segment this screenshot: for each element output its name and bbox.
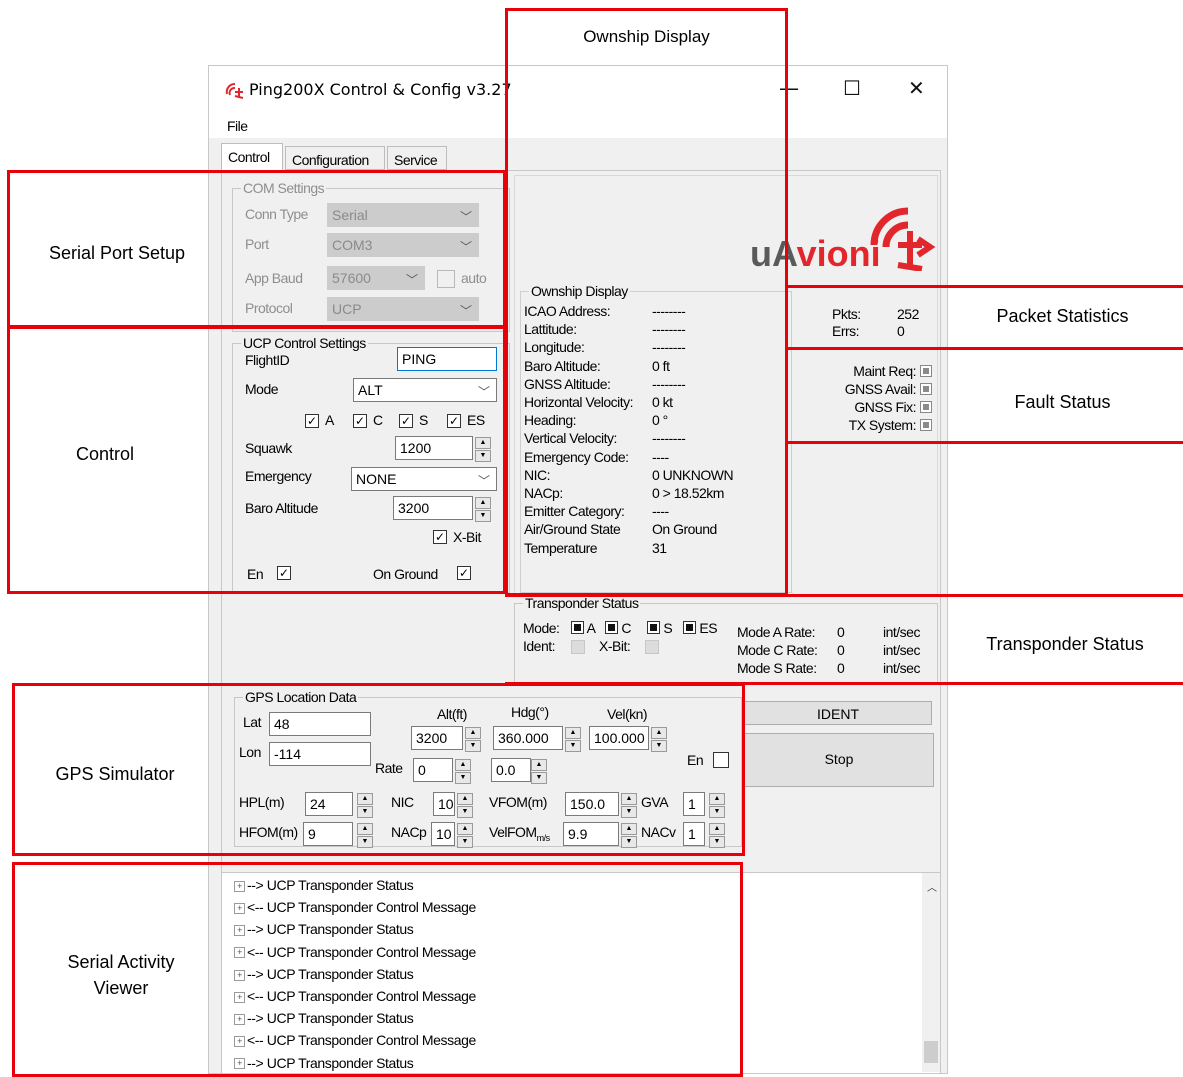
mode-a-indicator xyxy=(571,621,584,634)
fault-gnss-fix-label: GNSS Fix: xyxy=(854,399,916,415)
pkts-value: 252 xyxy=(897,306,919,322)
mode-s-rate-unit: int/sec xyxy=(883,660,920,676)
tab-service[interactable]: Service xyxy=(387,146,447,170)
xpdr-mode-c: C xyxy=(605,620,631,636)
xpdr-xbit-label: X-Bit: xyxy=(599,638,631,654)
transponder-status-annotation: Transponder Status xyxy=(986,634,1144,654)
mode-a-rate-value: 0 xyxy=(837,624,845,640)
fault-gnss-avail-indicator xyxy=(920,383,932,395)
packet-statistics-annotation: Packet Statistics xyxy=(996,306,1129,326)
fault-tx-indicator xyxy=(920,419,932,431)
fault-maint-label: Maint Req: xyxy=(853,363,916,379)
window-title: Ping200X Control & Config v3.27 xyxy=(249,80,512,99)
mode-s-rate-label: Mode S Rate: xyxy=(737,660,817,676)
fault-gnss-avail-label: GNSS Avail: xyxy=(844,381,917,397)
packet-stats-top-line xyxy=(785,285,1183,288)
control-annotation: Control xyxy=(75,444,135,464)
serial-port-setup-annotation: Serial Port Setup xyxy=(48,243,186,263)
ownship-display-annotation: Ownship Display xyxy=(583,27,710,46)
ident-indicator xyxy=(571,640,585,654)
ident-button[interactable]: IDENT xyxy=(744,701,932,725)
stop-button[interactable]: Stop xyxy=(744,733,934,787)
tab-control[interactable]: Control xyxy=(221,143,283,171)
fault-status-annotation: Fault Status xyxy=(1014,392,1111,412)
mode-a-rate-label: Mode A Rate: xyxy=(737,624,816,640)
fault-tx-label: TX System: xyxy=(848,417,917,433)
vertical-scrollbar[interactable]: ︿ xyxy=(922,873,940,1072)
ident-label: Ident: xyxy=(523,638,556,654)
xpdr-mode-label: Mode: xyxy=(523,620,560,636)
scrollbar-thumb[interactable] xyxy=(924,1041,938,1063)
ownship-display-callout xyxy=(505,8,788,596)
packet-stats-bottom-line xyxy=(785,347,1183,350)
xbit-indicator xyxy=(645,640,659,654)
mode-c-rate-value: 0 xyxy=(837,642,845,658)
transponder-top-line xyxy=(505,594,1183,597)
xpdr-mode-es: ES xyxy=(683,620,718,636)
maximize-button[interactable]: ☐ xyxy=(843,76,861,100)
mode-s-rate-value: 0 xyxy=(837,660,845,676)
errs-label: Errs: xyxy=(832,323,860,339)
fault-gnss-fix-indicator xyxy=(920,401,932,413)
transponder-title: Transponder Status xyxy=(523,595,641,611)
pkts-label: Pkts: xyxy=(832,306,861,322)
fault-status-bottom-line xyxy=(785,441,1183,444)
app-logo-icon xyxy=(225,83,244,99)
xpdr-mode-s: S xyxy=(647,620,673,636)
serial-activity-viewer-annotation: Serial Activity Viewer xyxy=(67,952,175,998)
mode-s-indicator xyxy=(647,621,660,634)
xpdr-mode-a: A xyxy=(571,620,596,636)
gps-simulator-annotation: GPS Simulator xyxy=(55,764,175,784)
mode-c-rate-label: Mode C Rate: xyxy=(737,642,818,658)
fault-maint-indicator xyxy=(920,365,932,377)
scroll-up-icon[interactable]: ︿ xyxy=(927,879,937,894)
mode-es-indicator xyxy=(683,621,696,634)
uavionix-logo-mark-icon xyxy=(870,207,936,271)
close-button[interactable]: ✕ xyxy=(908,76,925,100)
transponder-group: Transponder Status Mode: A C S ES Ident:… xyxy=(514,595,938,683)
mode-a-rate-unit: int/sec xyxy=(883,624,920,640)
errs-value: 0 xyxy=(897,323,905,339)
tab-configuration[interactable]: Configuration xyxy=(285,146,385,170)
mode-c-rate-unit: int/sec xyxy=(883,642,920,658)
mode-c-indicator xyxy=(605,621,618,634)
menu-file[interactable]: File xyxy=(227,118,248,134)
